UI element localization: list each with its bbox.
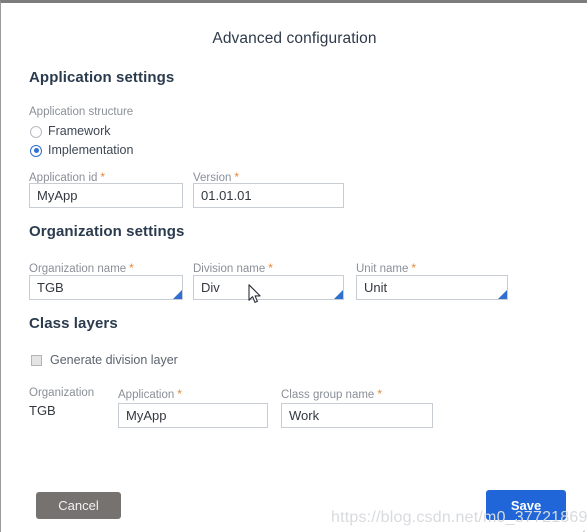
label-application-text: Application [118, 389, 175, 401]
radio-option-framework[interactable]: Framework [30, 123, 111, 140]
section-heading-application-settings: Application settings [29, 69, 175, 86]
unit-name-field [356, 275, 508, 300]
required-marker-application: * [177, 387, 182, 401]
required-marker-division-name: * [268, 261, 273, 275]
application-id-input[interactable] [29, 183, 183, 208]
resize-grip-icon[interactable] [575, 521, 585, 532]
label-division-name: Division name * [193, 261, 273, 275]
application-input[interactable] [118, 403, 268, 428]
checkbox-generate-division-layer[interactable]: Generate division layer [31, 352, 178, 368]
division-name-field [193, 275, 344, 300]
page-title: Advanced configuration [212, 30, 377, 47]
label-division-name-text: Division name [193, 263, 266, 275]
radio-label-framework: Framework [48, 124, 111, 139]
label-unit-name: Unit name * [356, 261, 416, 275]
value-organization: TGB [29, 403, 56, 418]
label-version: Version * [193, 170, 239, 184]
label-organization-name-text: Organization name [29, 263, 127, 275]
checkbox-indicator[interactable] [31, 354, 42, 366]
radio-label-implementation: Implementation [48, 143, 134, 158]
required-marker-unit-name: * [411, 261, 417, 275]
radio-indicator-framework[interactable] [30, 125, 42, 138]
section-heading-organization-settings: Organization settings [29, 223, 185, 240]
cancel-button[interactable]: Cancel [36, 492, 121, 519]
advanced-configuration-dialog: Advanced configuration Application setti… [0, 0, 587, 532]
required-marker-organization-name: * [129, 261, 134, 275]
label-organization-name: Organization name * [29, 261, 134, 275]
required-marker-class-group-name: * [377, 387, 382, 401]
label-organization: Organization [29, 387, 95, 399]
organization-name-input[interactable] [29, 275, 183, 300]
version-input[interactable] [193, 183, 344, 208]
label-unit-name-text: Unit name [356, 263, 409, 275]
organization-name-field [29, 275, 183, 300]
unit-name-input[interactable] [356, 275, 508, 300]
label-class-group-name: Class group name * [281, 387, 382, 401]
label-application: Application * [118, 387, 182, 401]
radio-option-implementation[interactable]: Implementation [30, 142, 133, 159]
label-application-id: Application id * [29, 170, 105, 184]
label-application-structure: Application structure [29, 106, 134, 118]
required-marker-version: * [234, 170, 240, 184]
radio-indicator-implementation[interactable] [30, 144, 42, 157]
division-name-input[interactable] [193, 275, 344, 300]
class-group-name-input[interactable] [281, 403, 433, 428]
section-heading-class-layers: Class layers [29, 315, 118, 332]
checkbox-label-generate-division-layer: Generate division layer [50, 352, 178, 367]
save-button[interactable]: Save [486, 490, 566, 520]
required-marker-application-id: * [100, 170, 106, 184]
label-class-group-name-text: Class group name [281, 389, 375, 401]
